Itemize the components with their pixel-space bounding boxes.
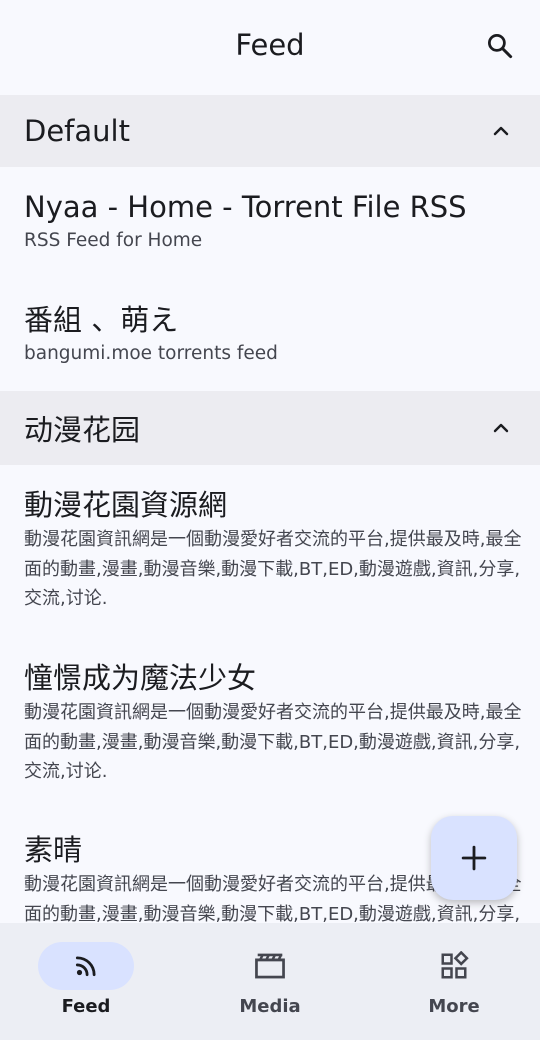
clapperboard-icon xyxy=(255,953,285,979)
search-icon xyxy=(488,34,513,59)
add-feed-button[interactable] xyxy=(431,816,517,900)
group-header-dmhy[interactable]: 动漫花园 xyxy=(0,391,540,465)
nav-indicator xyxy=(406,942,502,990)
feed-title: Nyaa - Home - Torrent File RSS xyxy=(24,190,467,224)
feed-subtitle: bangumi.moe torrents feed xyxy=(24,343,278,364)
bottom-navigation: Feed Media More xyxy=(0,923,540,1040)
group-header-default[interactable]: Default xyxy=(0,95,540,167)
top-app-bar: Feed xyxy=(0,0,540,95)
feed-item[interactable]: 憧憬成为魔法少女 動漫花園資訊網是一個動漫愛好者交流的平台,提供最及時,最全面的… xyxy=(0,638,540,810)
feed-item[interactable]: 番組 、萌え bangumi.moe torrents feed xyxy=(0,280,540,391)
nav-label: Media xyxy=(239,996,301,1017)
nav-item-media[interactable]: Media xyxy=(180,923,360,1040)
feed-description: 動漫花園資訊網是一個動漫愛好者交流的平台,提供最及時,最全面的動畫,漫畫,動漫音… xyxy=(24,702,522,782)
group-title: 动漫花园 xyxy=(24,413,141,447)
feed-title: 憧憬成为魔法少女 xyxy=(24,661,257,695)
nav-label: Feed xyxy=(61,996,111,1017)
nav-indicator xyxy=(222,942,318,990)
feed-item[interactable]: 動漫花園資源網 動漫花園資訊網是一個動漫愛好者交流的平台,提供最及時,最全面的動… xyxy=(0,465,540,638)
chevron-up-icon[interactable] xyxy=(486,413,516,443)
nav-item-feed[interactable]: Feed xyxy=(0,923,180,1040)
feed-title: 動漫花園資源網 xyxy=(24,488,228,522)
search-button[interactable] xyxy=(482,28,518,64)
page-title: Feed xyxy=(235,28,305,62)
nav-label: More xyxy=(428,996,480,1017)
nav-item-more[interactable]: More xyxy=(360,923,540,1040)
feed-item[interactable]: Nyaa - Home - Torrent File RSS RSS Feed … xyxy=(0,167,540,280)
feed-title: 番組 、萌え xyxy=(24,303,179,337)
plus-icon xyxy=(461,845,487,871)
rss-icon xyxy=(75,956,96,977)
group-title: Default xyxy=(24,114,130,148)
feed-list[interactable]: Default Nyaa - Home - Torrent File RSS R… xyxy=(0,95,540,923)
chevron-up-icon[interactable] xyxy=(486,116,516,146)
feed-subtitle: RSS Feed for Home xyxy=(24,230,203,251)
widgets-icon xyxy=(441,951,469,979)
nav-indicator xyxy=(38,942,134,990)
feed-description: 動漫花園資訊網是一個動漫愛好者交流的平台,提供最及時,最全面的動畫,漫畫,動漫音… xyxy=(24,529,522,609)
